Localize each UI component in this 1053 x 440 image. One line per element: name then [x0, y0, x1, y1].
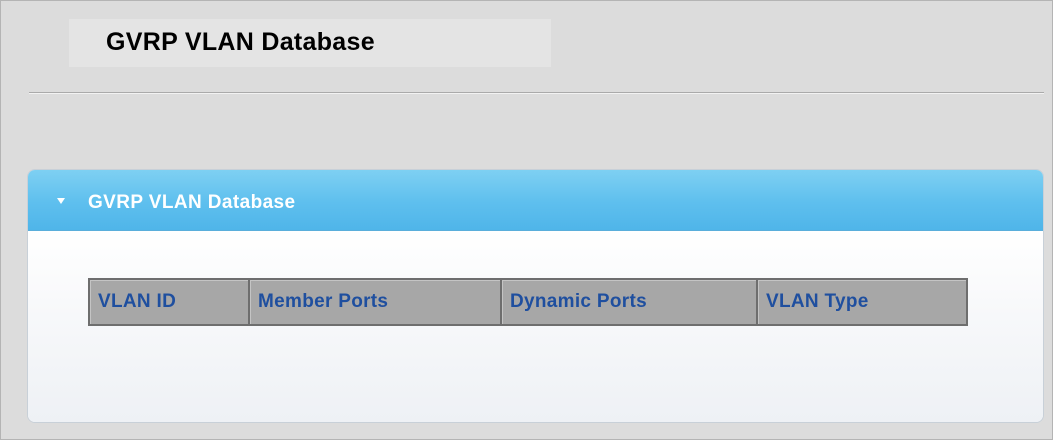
table-header-row: VLAN ID Member Ports Dynamic Ports VLAN … [88, 278, 968, 326]
column-header-vlan-id: VLAN ID [88, 278, 250, 326]
panel-header-toggle[interactable]: GVRP VLAN Database [28, 170, 1043, 231]
column-header-vlan-type: VLAN Type [756, 278, 968, 326]
column-header-dynamic-ports: Dynamic Ports [500, 278, 758, 326]
panel-body [28, 230, 1043, 422]
column-header-member-ports: Member Ports [248, 278, 502, 326]
title-divider [29, 92, 1044, 94]
page-title-box: GVRP VLAN Database [69, 19, 551, 67]
collapse-triangle-icon[interactable] [57, 198, 65, 204]
page-frame: GVRP VLAN Database GVRP VLAN Database VL… [0, 0, 1053, 440]
gvrp-vlan-database-panel: GVRP VLAN Database VLAN ID Member Ports … [27, 169, 1044, 423]
panel-title: GVRP VLAN Database [88, 192, 296, 213]
page-title: GVRP VLAN Database [106, 28, 375, 56]
gvrp-vlan-table: VLAN ID Member Ports Dynamic Ports VLAN … [88, 278, 968, 326]
